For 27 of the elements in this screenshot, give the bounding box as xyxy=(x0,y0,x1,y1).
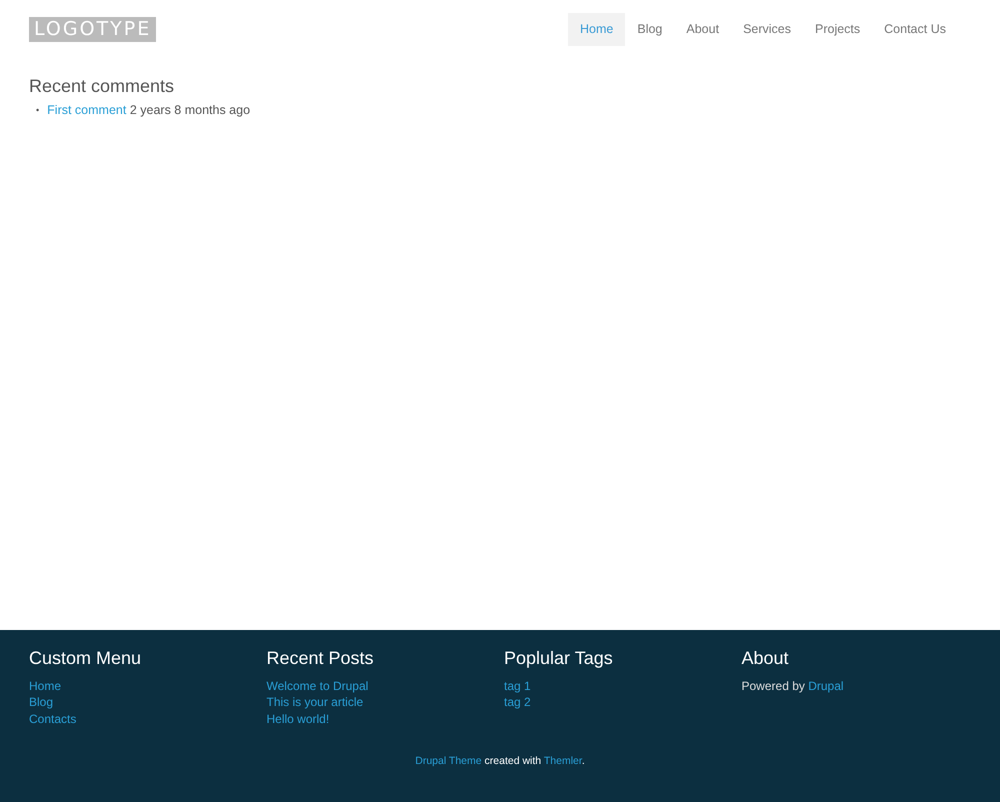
footer-heading: About xyxy=(742,648,790,670)
comment-link[interactable]: First comment xyxy=(47,102,126,117)
footer-link[interactable]: This is your article xyxy=(266,694,504,711)
footer-link[interactable]: Welcome to Drupal xyxy=(266,678,504,694)
credit-link[interactable]: Themler xyxy=(544,754,582,767)
footer-heading: Poplular Tags xyxy=(504,648,614,670)
footer-link[interactable]: Drupal xyxy=(808,678,844,693)
footer-link[interactable]: Blog xyxy=(29,694,266,711)
nav-link-item[interactable]: Blog xyxy=(625,13,674,46)
footer-heading: Recent Posts xyxy=(266,648,375,670)
nav-link-item[interactable]: About xyxy=(674,13,732,46)
section-heading: Recent comments xyxy=(29,76,176,98)
footer-credit: Drupal Theme created with Themler. xyxy=(414,754,586,769)
footer-text: Powered by Drupal xyxy=(742,678,845,694)
nav-link-item[interactable]: Home xyxy=(568,13,626,46)
credit-link[interactable]: Drupal Theme xyxy=(415,754,482,767)
footer-link[interactable]: Contacts xyxy=(29,711,266,728)
footer-link[interactable]: Home xyxy=(29,678,266,694)
list-bullet: • xyxy=(36,104,40,115)
nav-link-item[interactable]: Services xyxy=(731,13,803,46)
footer-link[interactable]: Hello world! xyxy=(266,711,504,728)
footer-link[interactable]: tag 2 xyxy=(504,694,742,711)
footer-link[interactable]: tag 1 xyxy=(504,678,742,694)
nav-link-item[interactable]: Contact Us xyxy=(872,13,958,46)
footer-heading: Custom Menu xyxy=(29,648,142,670)
comment-time: 2 years 8 months ago xyxy=(130,102,250,117)
nav-link-item[interactable]: Projects xyxy=(803,13,872,46)
